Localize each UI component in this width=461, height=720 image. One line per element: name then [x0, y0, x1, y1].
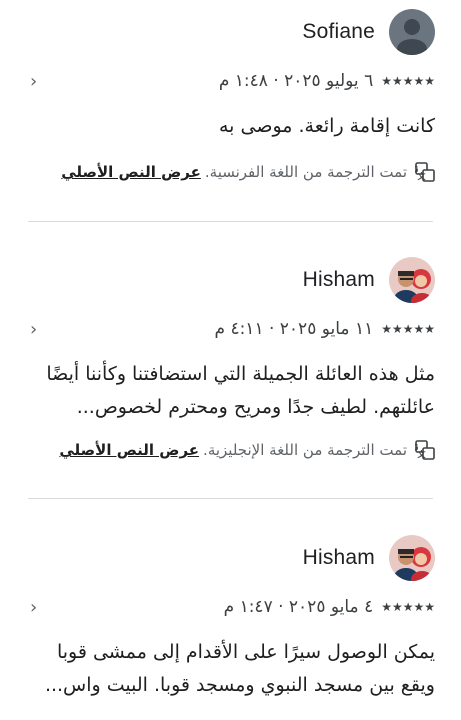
- avatar[interactable]: [389, 535, 435, 581]
- user-photo-avatar: [389, 535, 435, 581]
- show-original-link[interactable]: عرض النص الأصلي: [61, 163, 201, 181]
- star-rating: ★★★★★: [381, 74, 435, 88]
- review-text[interactable]: يمكن الوصول سيرًا على الأقدام إلى ممشى ق…: [22, 636, 435, 702]
- review-card: Sofiane ★★★★★ ٦ يوليو ٢٠٢٥ · ١:٤٨ م ‹ كا…: [0, 0, 461, 220]
- show-original-link[interactable]: عرض النص الأصلي: [59, 441, 199, 459]
- default-avatar-icon: [389, 9, 435, 55]
- review-text[interactable]: كانت إقامة رائعة. موصى به: [22, 110, 435, 143]
- review-header: Sofiane: [302, 8, 435, 56]
- star-rating: ★★★★★: [381, 322, 435, 336]
- review-header: Hisham: [303, 256, 435, 304]
- translated-note: تمت الترجمة من اللغة الإنجليزية.: [203, 441, 407, 459]
- avatar[interactable]: [389, 257, 435, 303]
- reviewer-name[interactable]: Hisham: [303, 546, 375, 570]
- reviewer-name[interactable]: Hisham: [303, 268, 375, 292]
- review-card: Hisham ★★★★★ ٤ مايو ٢٠٢٥ · ١:٤٧ م ‹ يمكن…: [0, 499, 461, 720]
- translation-row: G 文 تمت الترجمة من اللغة الفرنسية. عرض ا…: [26, 159, 435, 185]
- chevron-left-icon[interactable]: ‹: [30, 597, 37, 618]
- review-meta: ★★★★★ ١١ مايو ٢٠٢٥ · ٤:١١ م ‹: [26, 317, 435, 341]
- translation-row: G 文 تمت الترجمة من اللغة الإنجليزية. عرض…: [26, 437, 435, 463]
- translate-icon: G 文: [415, 440, 435, 460]
- svg-text:文: 文: [418, 449, 427, 459]
- star-rating: ★★★★★: [381, 600, 435, 614]
- avatar[interactable]: [389, 9, 435, 55]
- review-date: ٤ مايو ٢٠٢٥ · ١:٤٧ م: [223, 597, 374, 617]
- review-date: ١١ مايو ٢٠٢٥ · ٤:١١ م: [214, 319, 374, 339]
- translated-note: تمت الترجمة من اللغة الفرنسية.: [204, 163, 407, 181]
- review-date: ٦ يوليو ٢٠٢٥ · ١:٤٨ م: [218, 71, 374, 91]
- review-meta: ★★★★★ ٤ مايو ٢٠٢٥ · ١:٤٧ م ‹: [26, 595, 435, 619]
- review-card: Hisham ★★★★★ ١١ مايو ٢٠٢٥ · ٤:١١ م ‹ مثل…: [0, 222, 461, 497]
- chevron-left-icon[interactable]: ‹: [30, 71, 37, 92]
- review-text[interactable]: مثل هذه العائلة الجميلة التي استضافتنا و…: [22, 358, 435, 424]
- review-meta: ★★★★★ ٦ يوليو ٢٠٢٥ · ١:٤٨ م ‹: [26, 69, 435, 93]
- chevron-left-icon[interactable]: ‹: [30, 319, 37, 340]
- svg-text:文: 文: [418, 171, 427, 181]
- review-header: Hisham: [303, 534, 435, 582]
- translate-icon: G 文: [415, 162, 435, 182]
- user-photo-avatar: [389, 257, 435, 303]
- reviewer-name[interactable]: Sofiane: [302, 20, 375, 44]
